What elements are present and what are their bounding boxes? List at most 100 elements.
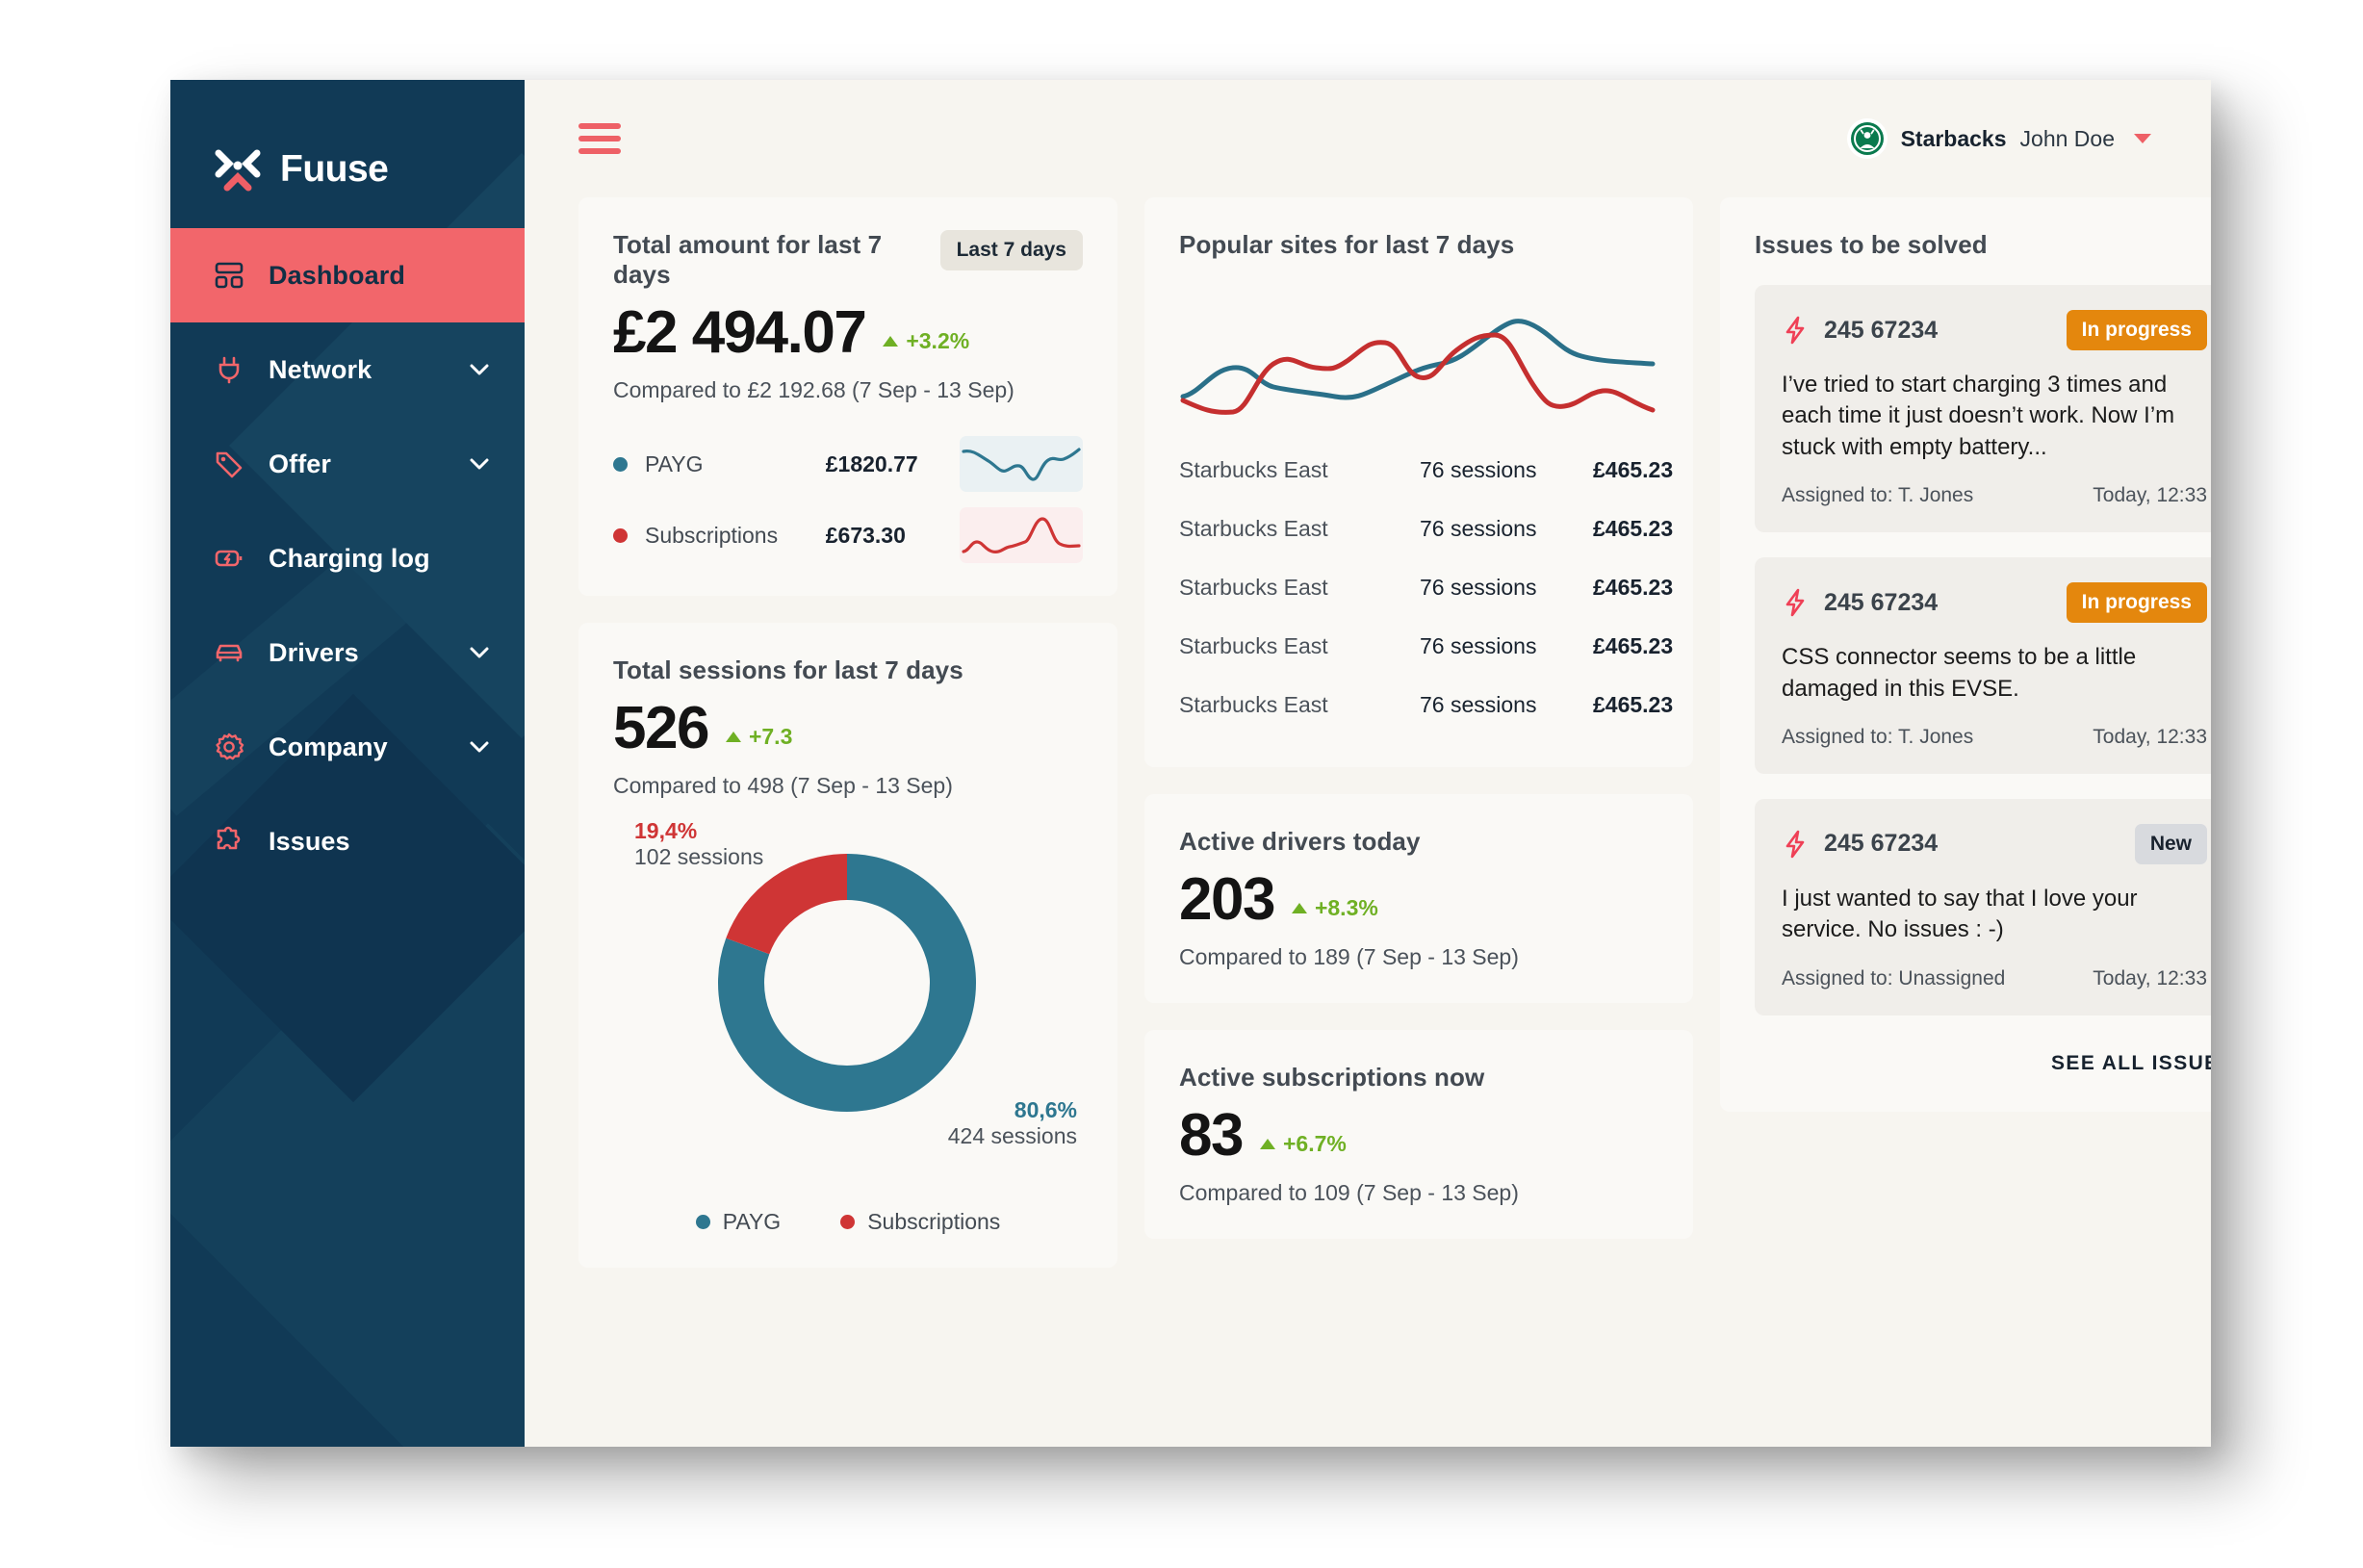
car-icon (213, 636, 245, 669)
hamburger-icon[interactable] (578, 123, 621, 154)
trend-up-icon (725, 732, 741, 743)
issue-assignee: Assigned to: T. Jones (1782, 484, 1974, 507)
issue-assignee: Assigned to: Unassigned (1782, 966, 2006, 990)
issue-card[interactable]: 245 67234 In progress I’ve tried to star… (1755, 285, 2211, 533)
site-sessions: 76 sessions (1420, 457, 1537, 482)
chevron-down-icon[interactable] (467, 451, 492, 476)
active-subscriptions-card: Active subscriptions now 83 +6.7% Compar… (1144, 1030, 1693, 1240)
site-sessions: 76 sessions (1420, 633, 1537, 658)
site-amount: £465.23 (1593, 457, 1674, 482)
site-sessions: 76 sessions (1420, 575, 1537, 600)
trend-up-icon (1259, 1139, 1275, 1150)
legend-item-subscriptions: Subscriptions (840, 1209, 1000, 1235)
amount-breakdown: PAYG £1820.77 Subscriptions £673.30 (613, 436, 1083, 564)
status-badge[interactable]: New (2134, 823, 2207, 864)
sidebar: Fuuse Dashboard Network Offer Charging l… (170, 80, 525, 1447)
site-name: Starbucks East (1179, 575, 1328, 600)
active-drivers-value: 203 (1179, 866, 1275, 933)
site-name: Starbucks East (1179, 457, 1328, 482)
sessions-donut-chart: 19,4% 102 sessions 80,6% 424 sessions (613, 816, 1083, 1201)
dashboard-grid: Total amount for last 7 days Last 7 days… (525, 197, 2211, 1447)
sidebar-item-offer[interactable]: Offer (170, 417, 525, 511)
status-badge[interactable]: In progress (2066, 310, 2207, 350)
fuuse-x-logo-icon (213, 144, 263, 194)
chevron-down-icon[interactable] (2134, 134, 2151, 143)
table-row[interactable]: Starbucks East 76 sessions £465.23 (1179, 558, 1673, 617)
sidebar-item-label: Dashboard (269, 260, 405, 290)
trend-up-icon (883, 336, 899, 347)
card-title: Active subscriptions now (1179, 1063, 1485, 1092)
brand-name: Fuuse (280, 148, 389, 190)
lightning-bolt-icon (1782, 830, 1809, 859)
sidebar-item-drivers[interactable]: Drivers (170, 605, 525, 700)
sidebar-item-company[interactable]: Company (170, 700, 525, 794)
sidebar-item-label: Issues (269, 826, 350, 856)
table-row[interactable]: Starbucks East 76 sessions £465.23 (1179, 441, 1673, 500)
total-sessions-card: Total sessions for last 7 days 526 +7.3 … (578, 623, 1117, 1269)
app-window: Fuuse Dashboard Network Offer Charging l… (170, 80, 2211, 1447)
brand[interactable]: Fuuse (170, 80, 525, 217)
sidebar-item-dashboard[interactable]: Dashboard (170, 228, 525, 322)
issue-time: Today, 12:33 (2093, 725, 2207, 748)
total-sessions-comparison: Compared to 498 (7 Sep - 13 Sep) (613, 773, 953, 799)
sidebar-item-network[interactable]: Network (170, 322, 525, 417)
issue-card[interactable]: 245 67234 New I just wanted to say that … (1755, 798, 2211, 1015)
breakdown-row-subscriptions: Subscriptions £673.30 (613, 507, 1083, 564)
gear-icon (213, 731, 245, 763)
account-menu[interactable]: Starbacks John Doe (1846, 118, 2151, 159)
site-amount: £465.23 (1593, 516, 1674, 541)
site-amount: £465.23 (1593, 575, 1674, 600)
delta-value: +6.7% (1282, 1131, 1347, 1157)
lightning-bolt-icon (1782, 588, 1809, 617)
donut-label-payg: 80,6% 424 sessions (948, 1097, 1077, 1149)
breakdown-value: £673.30 (825, 522, 906, 548)
table-row[interactable]: Starbucks East 76 sessions £465.23 (1179, 676, 1673, 734)
issue-id: 245 67234 (1824, 316, 1939, 344)
total-sessions-delta: +7.3 (725, 724, 793, 759)
puzzle-icon (213, 825, 245, 858)
donut-pct: 19,4% (634, 818, 698, 844)
delta-value: +3.2% (906, 328, 970, 354)
active-subscriptions-delta: +6.7% (1259, 1131, 1347, 1167)
issue-card[interactable]: 245 67234 In progress CSS connector seem… (1755, 557, 2211, 774)
active-drivers-card: Active drivers today 203 +8.3% Compared … (1144, 794, 1693, 1004)
chevron-down-icon[interactable] (467, 640, 492, 665)
dashboard-grid-icon (213, 259, 245, 292)
breakdown-value: £1820.77 (825, 450, 918, 476)
legend-item-payg: PAYG (695, 1209, 781, 1235)
site-name: Starbucks East (1179, 516, 1328, 541)
battery-bolt-icon (213, 542, 245, 575)
see-all-issues[interactable]: SEE ALL ISSUES (1755, 1052, 2211, 1079)
legend-dot-payg (695, 1215, 710, 1230)
active-drivers-delta: +8.3% (1291, 895, 1378, 931)
tag-icon (213, 448, 245, 480)
total-amount-delta: +3.2% (883, 328, 969, 364)
starbucks-avatar-icon (1846, 118, 1888, 159)
breakdown-label: Subscriptions (645, 522, 779, 548)
sidebar-item-label: Charging log (269, 543, 430, 573)
issue-id: 245 67234 (1824, 830, 1939, 858)
issue-text: CSS connector seems to be a little damag… (1782, 644, 2137, 702)
legend-label: Subscriptions (867, 1209, 1001, 1235)
delta-value: +7.3 (748, 724, 793, 750)
site-amount: £465.23 (1593, 633, 1674, 658)
date-range-chip[interactable]: Last 7 days (939, 230, 1083, 270)
donut-legend: PAYG Subscriptions (613, 1209, 1083, 1235)
chevron-down-icon[interactable] (467, 734, 492, 759)
sidebar-item-label: Drivers (269, 637, 359, 667)
issue-time: Today, 12:33 (2093, 484, 2207, 507)
account-user: John Doe (2019, 125, 2115, 151)
donut-sessions: 424 sessions (947, 1123, 1077, 1149)
screen: Fuuse Dashboard Network Offer Charging l… (0, 0, 2363, 1568)
sidebar-item-label: Offer (269, 449, 332, 478)
column-middle: Popular sites for last 7 days Starbucks … (1144, 197, 1693, 1268)
card-title: Issues to be solved (1755, 230, 1988, 259)
table-row[interactable]: Starbucks East 76 sessions £465.23 (1179, 617, 1673, 676)
table-row[interactable]: Starbucks East 76 sessions £465.23 (1179, 500, 1673, 558)
status-badge[interactable]: In progress (2066, 582, 2207, 624)
plug-icon (213, 353, 245, 386)
sidebar-item-issues[interactable]: Issues (170, 794, 525, 888)
chevron-down-icon[interactable] (467, 357, 492, 382)
sidebar-item-charging-log[interactable]: Charging log (170, 511, 525, 605)
breakdown-row-payg: PAYG £1820.77 (613, 436, 1083, 493)
